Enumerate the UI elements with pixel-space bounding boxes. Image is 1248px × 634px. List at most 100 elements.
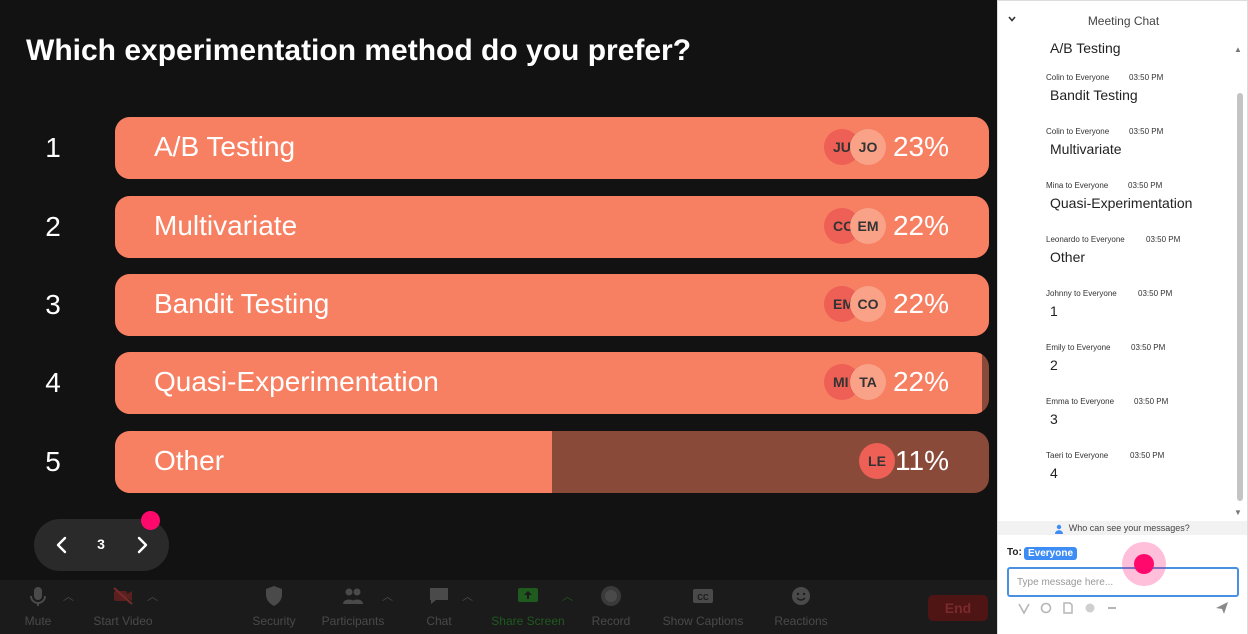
chat-title: Meeting Chat	[1087, 14, 1160, 28]
chat-message-list: A/B Testing Colin to Everyone 03:50 PM Ban…	[998, 33, 1238, 521]
voter-avatar: JO	[850, 129, 886, 165]
poll-option-number: 3	[45, 289, 61, 320]
poll-option-row: 5 Other LE 11%	[0, 431, 997, 493]
start-video-label: Start Video	[93, 614, 153, 628]
participants-button[interactable]: Participants	[316, 584, 390, 628]
chevron-up-icon[interactable]: ︿	[562, 588, 573, 604]
chat-message-time: 03:50 PM	[1138, 289, 1173, 298]
poll-option-label: A/B Testing	[154, 131, 296, 162]
end-meeting-button[interactable]: End	[928, 595, 988, 621]
mute-button[interactable]: Mute	[18, 584, 58, 628]
poll-option-label: Bandit Testing	[154, 288, 330, 319]
chat-message-text: 2	[1050, 357, 1058, 373]
chat-message-text: 4	[1050, 465, 1058, 481]
share-screen-icon	[518, 588, 538, 602]
chat-message-time: 03:50 PM	[1129, 127, 1164, 136]
poll-option-percent: 22%	[892, 366, 949, 397]
chat-message-time: 03:50 PM	[1130, 451, 1165, 460]
chat-message-time: 03:50 PM	[1131, 343, 1166, 352]
poll-option-bar: Bandit Testing EM CO 22%	[115, 274, 989, 336]
file-icon[interactable]	[1061, 601, 1075, 615]
share-screen-label: Share Screen	[491, 614, 565, 628]
chat-message-sender: Emma to Everyone	[1046, 397, 1115, 406]
voter-avatar: EM	[850, 208, 886, 244]
poll-option-row: 3 Bandit Testing EM CO 22%	[0, 274, 997, 336]
poll-option-percent: 22%	[892, 210, 949, 241]
share-screen-button[interactable]: Share Screen	[488, 584, 568, 628]
poll-option-label: Multivariate	[154, 210, 298, 241]
voter-avatar: TA	[850, 364, 886, 400]
security-label: Security	[252, 614, 296, 628]
format-icon[interactable]	[1017, 601, 1031, 615]
chevron-right-icon[interactable]	[128, 531, 156, 559]
poll-option-row: 1 A/B Testing JU JO 23%	[0, 117, 997, 179]
chat-button[interactable]: Chat	[420, 584, 458, 628]
record-button[interactable]: Record	[588, 584, 634, 628]
meeting-toolbar: Mute ︿ Start Video ︿ Security Participan…	[0, 580, 997, 634]
send-icon[interactable]	[1214, 600, 1230, 616]
chevron-up-icon[interactable]: ︿	[382, 588, 393, 604]
person-icon	[1055, 524, 1064, 534]
recipient-selector[interactable]: Everyone	[1024, 547, 1078, 560]
poll-option-percent: 22%	[892, 288, 949, 319]
chat-message-sender: Colin to Everyone	[1046, 73, 1110, 82]
participants-icon	[343, 588, 363, 604]
chat-bubble-icon	[430, 588, 448, 604]
participants-label: Participants	[321, 614, 385, 628]
scroll-down-arrow[interactable]: ▼	[1234, 508, 1242, 517]
chevron-left-icon[interactable]	[48, 531, 76, 559]
chat-message-sender: Johnny to Everyone	[1046, 289, 1117, 298]
reactions-label: Reactions	[774, 614, 828, 628]
more-icon[interactable]	[1105, 601, 1119, 615]
poll-option-row: 4 Quasi-Experimentation MI TA 22%	[0, 352, 997, 414]
chevron-up-icon[interactable]: ︿	[147, 588, 158, 604]
poll-option-percent: 11%	[895, 445, 949, 476]
chat-message-time: 03:50 PM	[1146, 235, 1181, 244]
poll-option-number: 4	[45, 367, 61, 398]
poll-option-percent: 23%	[892, 131, 949, 162]
poll-option-number: 1	[45, 132, 61, 163]
screenshot-icon[interactable]	[1039, 601, 1053, 615]
poll-option-bar: A/B Testing JU JO 23%	[115, 117, 989, 179]
meeting-chat-panel: Meeting Chat A/B Testing Colin to Everyo…	[997, 0, 1248, 634]
show-captions-button[interactable]: CC Show Captions	[656, 584, 750, 628]
show-captions-label: Show Captions	[662, 614, 744, 628]
record-icon	[601, 586, 621, 606]
chat-message-sender: Emily to Everyone	[1046, 343, 1111, 352]
poll-option-label: Quasi-Experimentation	[154, 366, 439, 397]
reactions-button[interactable]: Reactions	[770, 584, 832, 628]
record-label: Record	[591, 614, 631, 628]
chevron-down-icon[interactable]	[1007, 14, 1017, 27]
chevron-up-icon[interactable]: ︿	[63, 588, 74, 604]
visibility-note: Who can see your messages?	[1068, 523, 1190, 533]
chat-message-sender: Mina to Everyone	[1046, 181, 1109, 190]
chat-message-text: Multivariate	[1050, 141, 1122, 157]
poll-option-label: Other	[154, 445, 225, 476]
smiley-icon	[792, 587, 810, 605]
slide-page-number: 3	[97, 536, 105, 552]
chat-scrollbar[interactable]	[1237, 93, 1243, 501]
chevron-up-icon[interactable]: ︿	[462, 588, 473, 604]
emoji-icon[interactable]	[1083, 601, 1097, 615]
chat-message-time: 03:50 PM	[1128, 181, 1163, 190]
voter-avatar: CO	[850, 286, 886, 322]
chat-message-text: Bandit Testing	[1050, 87, 1138, 103]
message-visibility-link[interactable]: Who can see your messages?	[998, 521, 1247, 535]
chat-message-time: 03:50 PM	[1129, 73, 1164, 82]
chat-message-text: 3	[1050, 411, 1058, 427]
poll-question: Which experimentation method do you pref…	[26, 34, 692, 67]
chat-message-time: 03:50 PM	[1134, 397, 1169, 406]
captions-icon: CC	[693, 589, 713, 603]
chat-message-sender: Colin to Everyone	[1046, 127, 1110, 136]
mute-label: Mute	[24, 614, 52, 628]
poll-option-number: 5	[45, 446, 61, 477]
chat-message-text: 1	[1050, 303, 1058, 319]
chat-message-text: A/B Testing	[1050, 40, 1121, 56]
scroll-up-arrow[interactable]: ▲	[1234, 45, 1242, 54]
voter-avatar: LE	[859, 443, 895, 479]
chat-label: Chat	[426, 614, 452, 628]
security-button[interactable]: Security	[248, 584, 300, 628]
microphone-icon	[30, 587, 46, 606]
poll-results-slide: Which experimentation method do you pref…	[0, 0, 997, 634]
to-label: To:	[1007, 547, 1022, 558]
